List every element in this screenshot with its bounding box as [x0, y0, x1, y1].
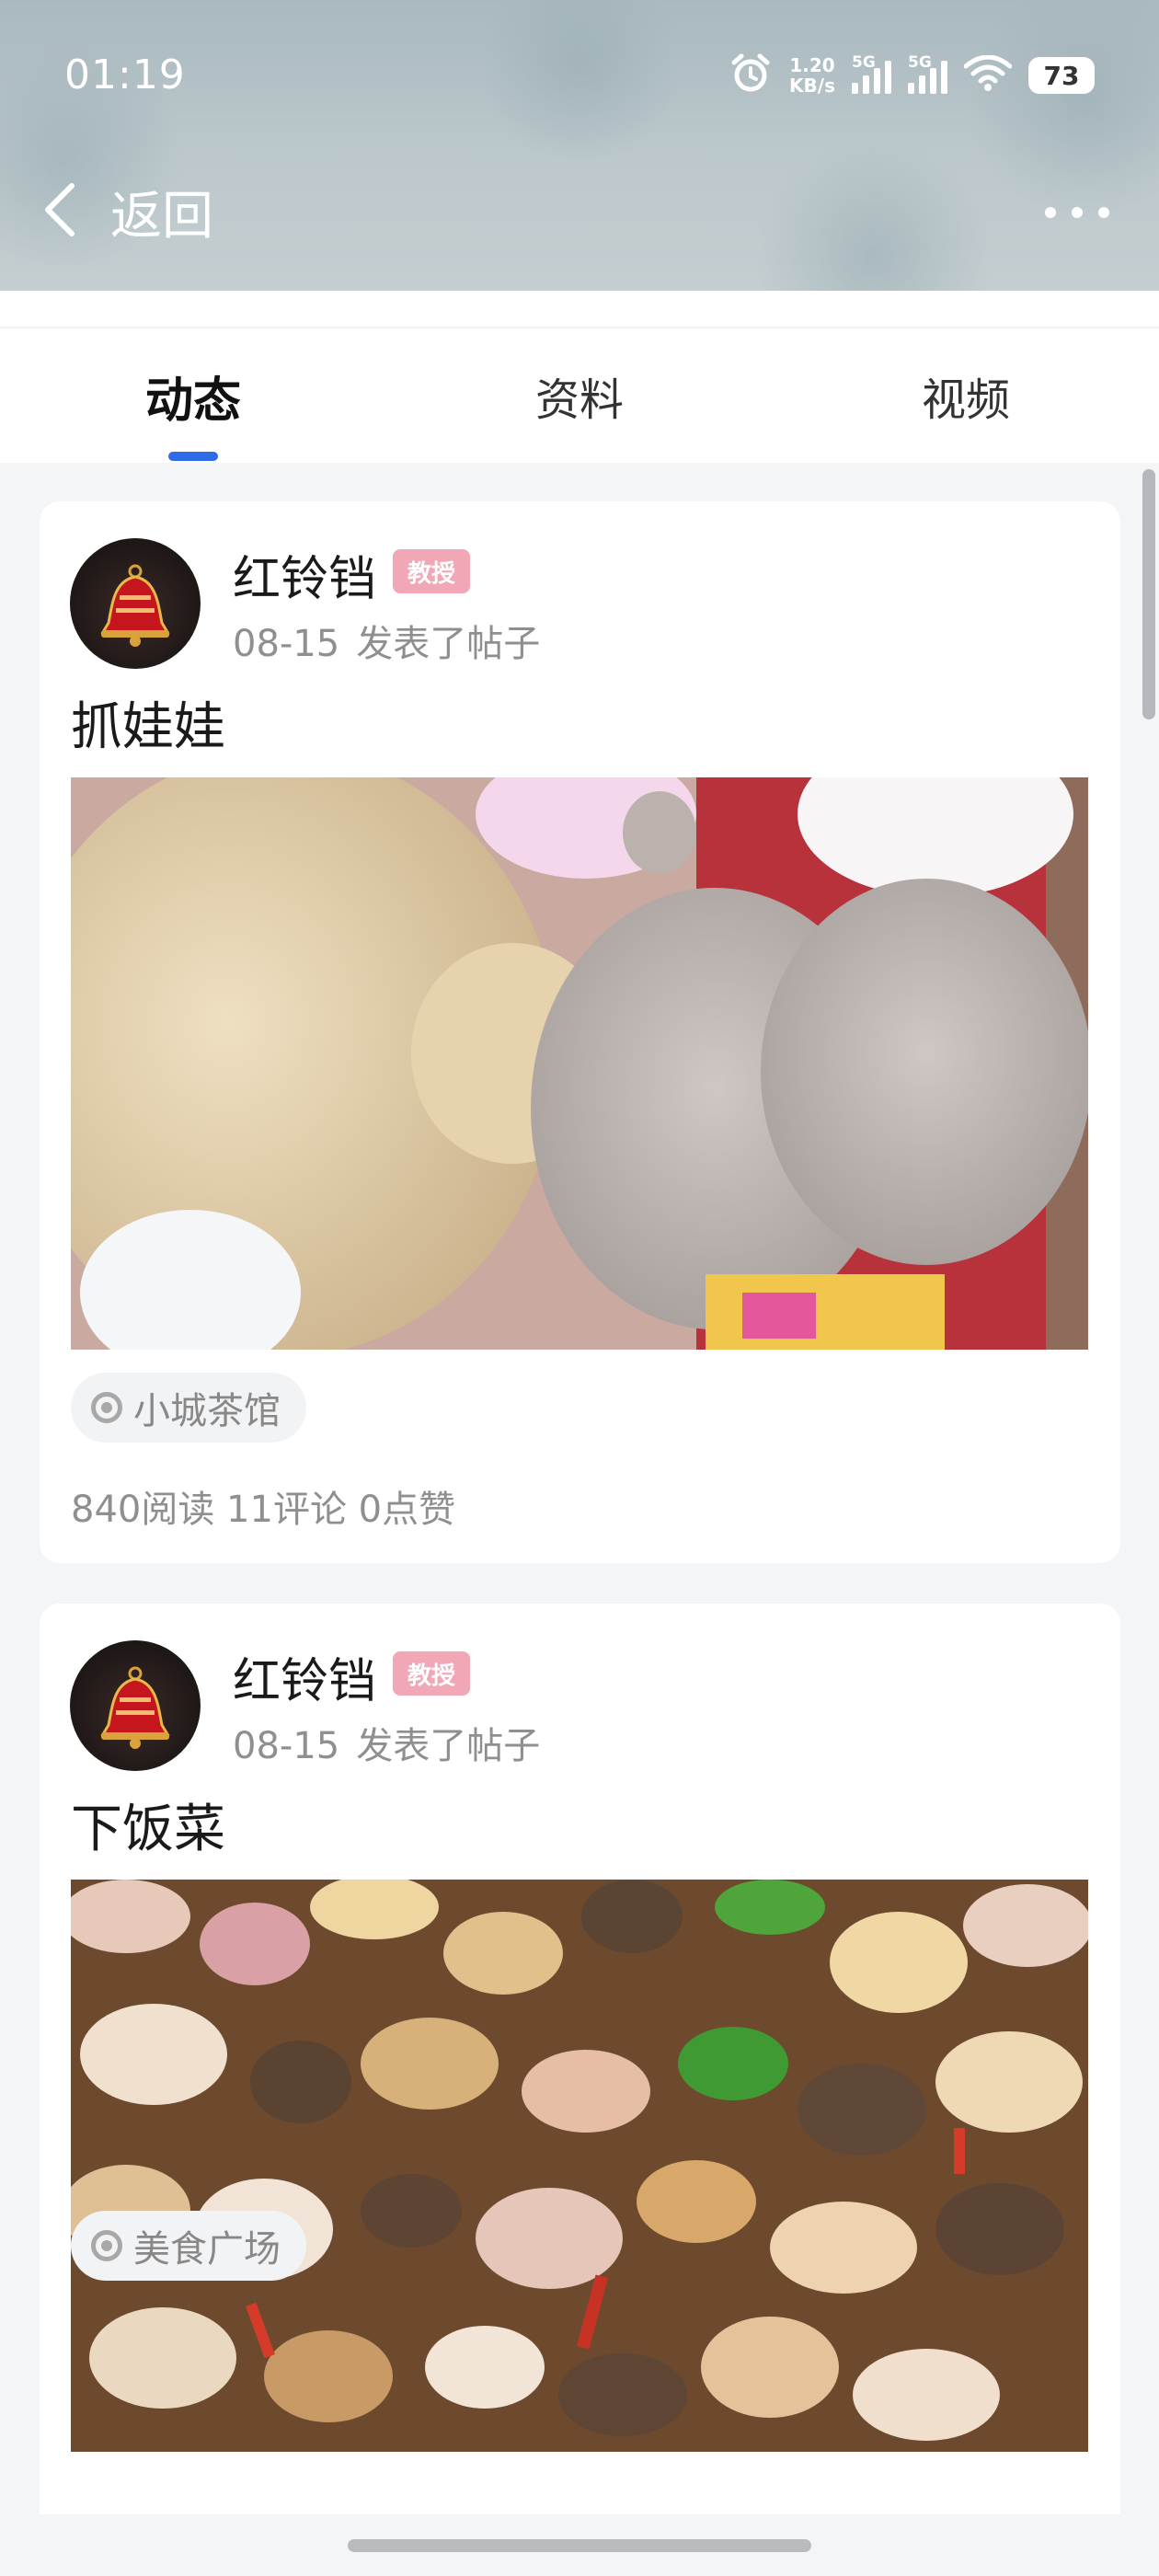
- post-meta: 08-15 发表了帖子: [233, 614, 540, 667]
- more-button[interactable]: [1045, 191, 1109, 234]
- scrollbar[interactable]: [1142, 469, 1155, 719]
- signal-icon: 5G: [852, 53, 891, 94]
- location-icon: [91, 1392, 122, 1423]
- net-speed: 1.20 KB/s: [789, 55, 835, 96]
- battery-icon: 73: [1028, 57, 1095, 94]
- location-tag[interactable]: 美食广场: [71, 2211, 306, 2281]
- more-icon: [1045, 207, 1056, 218]
- tab-dynamics[interactable]: 动态: [0, 328, 386, 463]
- post-title[interactable]: 抓娃娃: [71, 685, 225, 760]
- net-speed-value: 1.20: [789, 54, 835, 76]
- home-indicator[interactable]: [348, 2539, 811, 2552]
- avatar[interactable]: [70, 1640, 201, 1771]
- location-label: 美食广场: [133, 2228, 281, 2271]
- post-username[interactable]: 红铃铛: [233, 540, 376, 609]
- tab-profile[interactable]: 资料: [386, 328, 773, 463]
- active-tab-indicator: [168, 452, 218, 461]
- plush-toys-image: [71, 777, 1088, 1350]
- stir-fry-dish-image: [71, 1880, 1088, 2452]
- bell-logo-icon: [100, 564, 170, 647]
- post-stats: 840阅读 11评论 0点赞: [71, 1489, 456, 1531]
- signal-icon: 5G: [908, 53, 947, 94]
- post-card[interactable]: 红铃铛 教授 08-15 发表了帖子 抓娃娃 小城茶馆 840阅读 11评论 0…: [40, 501, 1120, 1563]
- status-time: 01:19: [64, 52, 186, 98]
- back-label: 返回: [110, 186, 213, 247]
- user-badge: 教授: [393, 549, 471, 593]
- chevron-left-icon: [40, 182, 77, 241]
- post-card[interactable]: 红铃铛 教授 08-15 发表了帖子 下饭菜 美食广场: [40, 1604, 1120, 2514]
- profile-header: 01:19 1.20 KB/s 5G 5G 73 返回: [0, 0, 1159, 291]
- signal-label: 5G: [852, 53, 876, 72]
- net-speed-unit: KB/s: [789, 75, 835, 97]
- post-image[interactable]: [71, 1880, 1088, 2452]
- tab-bar: 动态 资料 视频: [0, 328, 1159, 463]
- location-tag[interactable]: 小城茶馆: [71, 1373, 306, 1443]
- signal-label: 5G: [908, 53, 932, 72]
- location-icon: [91, 2230, 122, 2261]
- post-date: 08-15: [233, 623, 340, 665]
- user-badge: 教授: [393, 1651, 471, 1696]
- post-title[interactable]: 下饭菜: [71, 1788, 225, 1862]
- post-date: 08-15: [233, 1725, 340, 1767]
- back-button[interactable]: 返回: [40, 175, 213, 248]
- post-username[interactable]: 红铃铛: [233, 1642, 376, 1711]
- bell-logo-icon: [100, 1666, 170, 1749]
- tab-videos[interactable]: 视频: [773, 328, 1159, 463]
- avatar[interactable]: [70, 538, 201, 669]
- alarm-icon: [729, 52, 773, 99]
- post-action: 发表了帖子: [356, 1725, 541, 1767]
- post-image[interactable]: [71, 777, 1088, 1350]
- wifi-icon: [963, 54, 1013, 96]
- location-label: 小城茶馆: [133, 1390, 281, 1432]
- status-bar: 01:19 1.20 KB/s 5G 5G 73: [0, 0, 1159, 156]
- post-action: 发表了帖子: [356, 623, 541, 665]
- status-icons: 1.20 KB/s 5G 5G 73: [729, 48, 1095, 103]
- nav-bar: 返回: [0, 175, 1159, 248]
- header-divider: [0, 291, 1159, 328]
- post-meta: 08-15 发表了帖子: [233, 1716, 540, 1769]
- post-feed[interactable]: 红铃铛 教授 08-15 发表了帖子 抓娃娃 小城茶馆 840阅读 11评论 0…: [0, 463, 1159, 2514]
